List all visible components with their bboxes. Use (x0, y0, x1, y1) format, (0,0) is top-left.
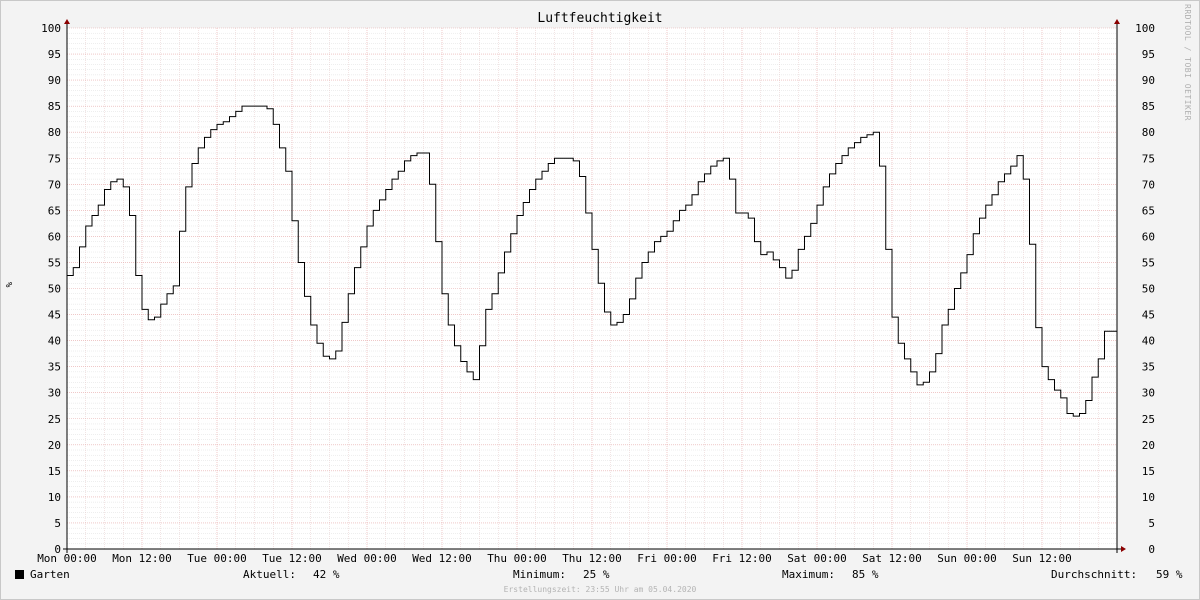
y-tick-label-left: 70 (48, 178, 61, 191)
x-tick-label: Wed 00:00 (337, 552, 397, 565)
y-tick-label-left: 100 (41, 22, 61, 35)
x-tick-label: Mon 12:00 (112, 552, 172, 565)
y-tick-label-left: 50 (48, 283, 61, 296)
legend-min-value: 25 % (583, 568, 610, 581)
y-tick-label-right: 90 (1142, 74, 1155, 87)
y-tick-label-right: 85 (1142, 100, 1155, 113)
x-tick-label: Fri 12:00 (712, 552, 772, 565)
legend-avg-value: 59 % (1156, 568, 1183, 581)
y-tick-label-right: 25 (1142, 413, 1155, 426)
y-tick-label-right: 15 (1142, 465, 1155, 478)
x-tick-label: Wed 12:00 (412, 552, 472, 565)
legend-max-label: Maximum: (782, 568, 835, 581)
y-tick-label-left: 55 (48, 256, 61, 269)
y-axis-arrow-right (1114, 19, 1120, 24)
y-tick-label-right: 20 (1142, 439, 1155, 452)
legend-avg-label: Durchschnitt: (1051, 568, 1138, 581)
y-tick-label-left: 40 (48, 335, 61, 348)
y-tick-label-right: 30 (1142, 387, 1155, 400)
legend-current-value: 42 % (313, 568, 340, 581)
y-tick-label-right: 70 (1142, 178, 1155, 191)
y-tick-label-left: 20 (48, 439, 61, 452)
y-tick-label-left: 45 (48, 309, 61, 322)
x-tick-label: Sat 12:00 (862, 552, 922, 565)
creation-timestamp: Erstellungszeit: 23:55 Uhr am 05.04.2020 (503, 585, 697, 594)
legend-current-label: Aktuell: (243, 568, 296, 581)
y-tick-label-right: 50 (1142, 283, 1155, 296)
y-tick-label-left: 10 (48, 491, 61, 504)
y-axis-arrow-left (64, 19, 70, 24)
y-tick-label-right: 60 (1142, 230, 1155, 243)
y-tick-label-right: 10 (1142, 491, 1155, 504)
y-tick-label-left: 95 (48, 48, 61, 61)
y-tick-label-left: 30 (48, 387, 61, 400)
y-tick-label-right: 95 (1142, 48, 1155, 61)
y-tick-label-left: 85 (48, 100, 61, 113)
y-tick-label-left: 90 (48, 74, 61, 87)
x-tick-label: Thu 12:00 (562, 552, 622, 565)
y-tick-label-right: 55 (1142, 256, 1155, 269)
y-tick-label-left: 60 (48, 230, 61, 243)
x-tick-label: Fri 00:00 (637, 552, 697, 565)
x-axis-arrow (1121, 546, 1126, 552)
y-tick-label-right: 80 (1142, 126, 1155, 139)
x-tick-label: Tue 12:00 (262, 552, 322, 565)
y-tick-label-left: 35 (48, 361, 61, 374)
y-tick-label-right: 40 (1142, 335, 1155, 348)
y-tick-label-right: 35 (1142, 361, 1155, 374)
y-tick-label-left: 80 (48, 126, 61, 139)
chart-canvas: 0 05 510 1015 1520 2025 2530 3035 3540 4045 4550 50… (37, 19, 1155, 565)
y-tick-label-right: 45 (1142, 309, 1155, 322)
y-tick-label-left: 25 (48, 413, 61, 426)
y-tick-label-left: 65 (48, 204, 61, 217)
y-tick-label-right: 5 (1148, 517, 1155, 530)
y-tick-label-left: 15 (48, 465, 61, 478)
legend-min-label: Minimum: (513, 568, 566, 581)
x-tick-label: Thu 00:00 (487, 552, 547, 565)
y-tick-label-left: 75 (48, 152, 61, 165)
legend-swatch-garten (15, 570, 24, 579)
x-tick-label: Sat 00:00 (787, 552, 847, 565)
y-tick-label-right: 75 (1142, 152, 1155, 165)
y-tick-label-right: 65 (1142, 204, 1155, 217)
x-tick-label: Mon 00:00 (37, 552, 97, 565)
legend-series-name: Garten (30, 568, 70, 581)
y-tick-label-right: 100 (1135, 22, 1155, 35)
x-tick-label: Sun 00:00 (937, 552, 997, 565)
x-tick-label: Sun 12:00 (1012, 552, 1072, 565)
x-tick-label: Tue 00:00 (187, 552, 247, 565)
legend-max-value: 85 % (852, 568, 879, 581)
y-tick-label-right: 0 (1148, 543, 1155, 556)
y-tick-label-left: 5 (54, 517, 61, 530)
